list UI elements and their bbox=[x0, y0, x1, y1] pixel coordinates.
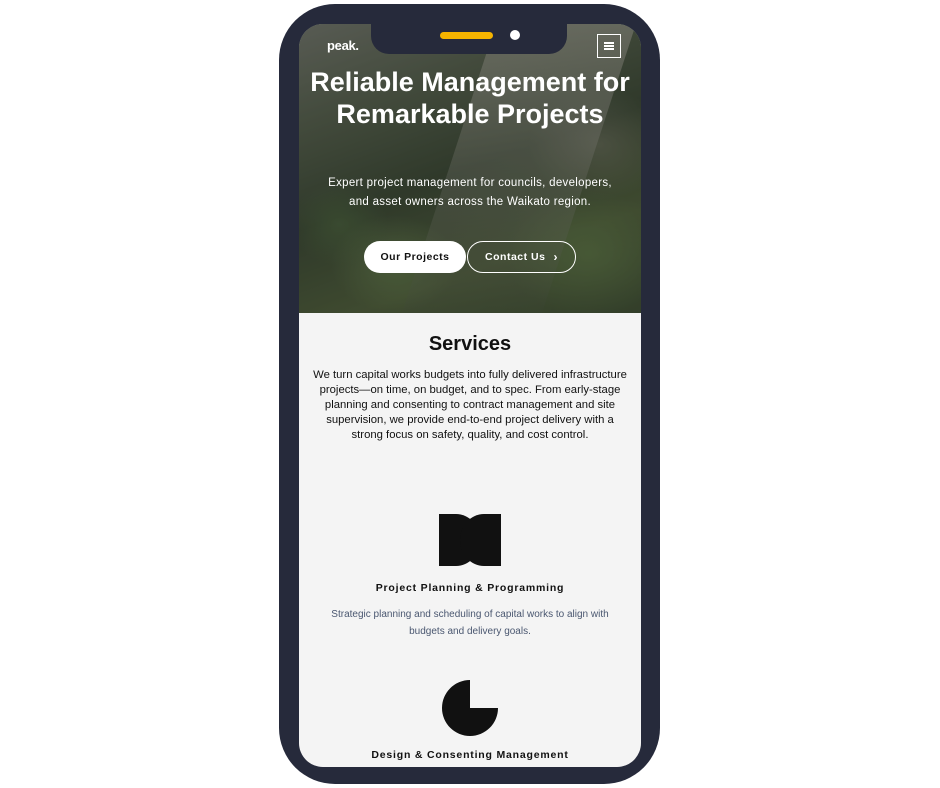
phone-notch bbox=[371, 24, 567, 54]
hamburger-icon bbox=[604, 42, 614, 50]
hamburger-menu-button[interactable] bbox=[597, 34, 621, 58]
planning-icon bbox=[439, 514, 501, 566]
brand-logo[interactable]: peak. bbox=[327, 38, 359, 53]
services-heading: Services bbox=[428, 333, 512, 355]
our-projects-button[interactable]: Our Projects bbox=[364, 241, 466, 273]
service-title-consenting: Design & Consenting Management bbox=[371, 749, 569, 761]
services-description: We turn capital works budgets into fully… bbox=[313, 369, 627, 441]
speaker-bar bbox=[440, 32, 493, 39]
consenting-icon bbox=[442, 680, 498, 736]
our-projects-label: Our Projects bbox=[380, 251, 450, 263]
service-description-planning: Strategic planning and scheduling of cap… bbox=[331, 609, 609, 637]
service-title-planning: Project Planning & Programming bbox=[375, 582, 565, 594]
hero-section: peak. Reliable Management for Remarkable… bbox=[299, 24, 641, 313]
contact-us-button[interactable]: Contact Us › bbox=[467, 241, 576, 273]
hero-subtitle: Expert project management for councils, … bbox=[328, 177, 612, 208]
canvas: peak. Reliable Management for Remarkable… bbox=[0, 0, 940, 788]
chevron-right-icon: › bbox=[553, 250, 558, 264]
camera-dot bbox=[510, 30, 520, 40]
contact-us-label: Contact Us bbox=[485, 251, 546, 263]
hero-title: Reliable Management for Remarkable Proje… bbox=[310, 67, 630, 129]
phone-frame: peak. Reliable Management for Remarkable… bbox=[279, 4, 660, 784]
phone-screen: peak. Reliable Management for Remarkable… bbox=[299, 24, 641, 767]
